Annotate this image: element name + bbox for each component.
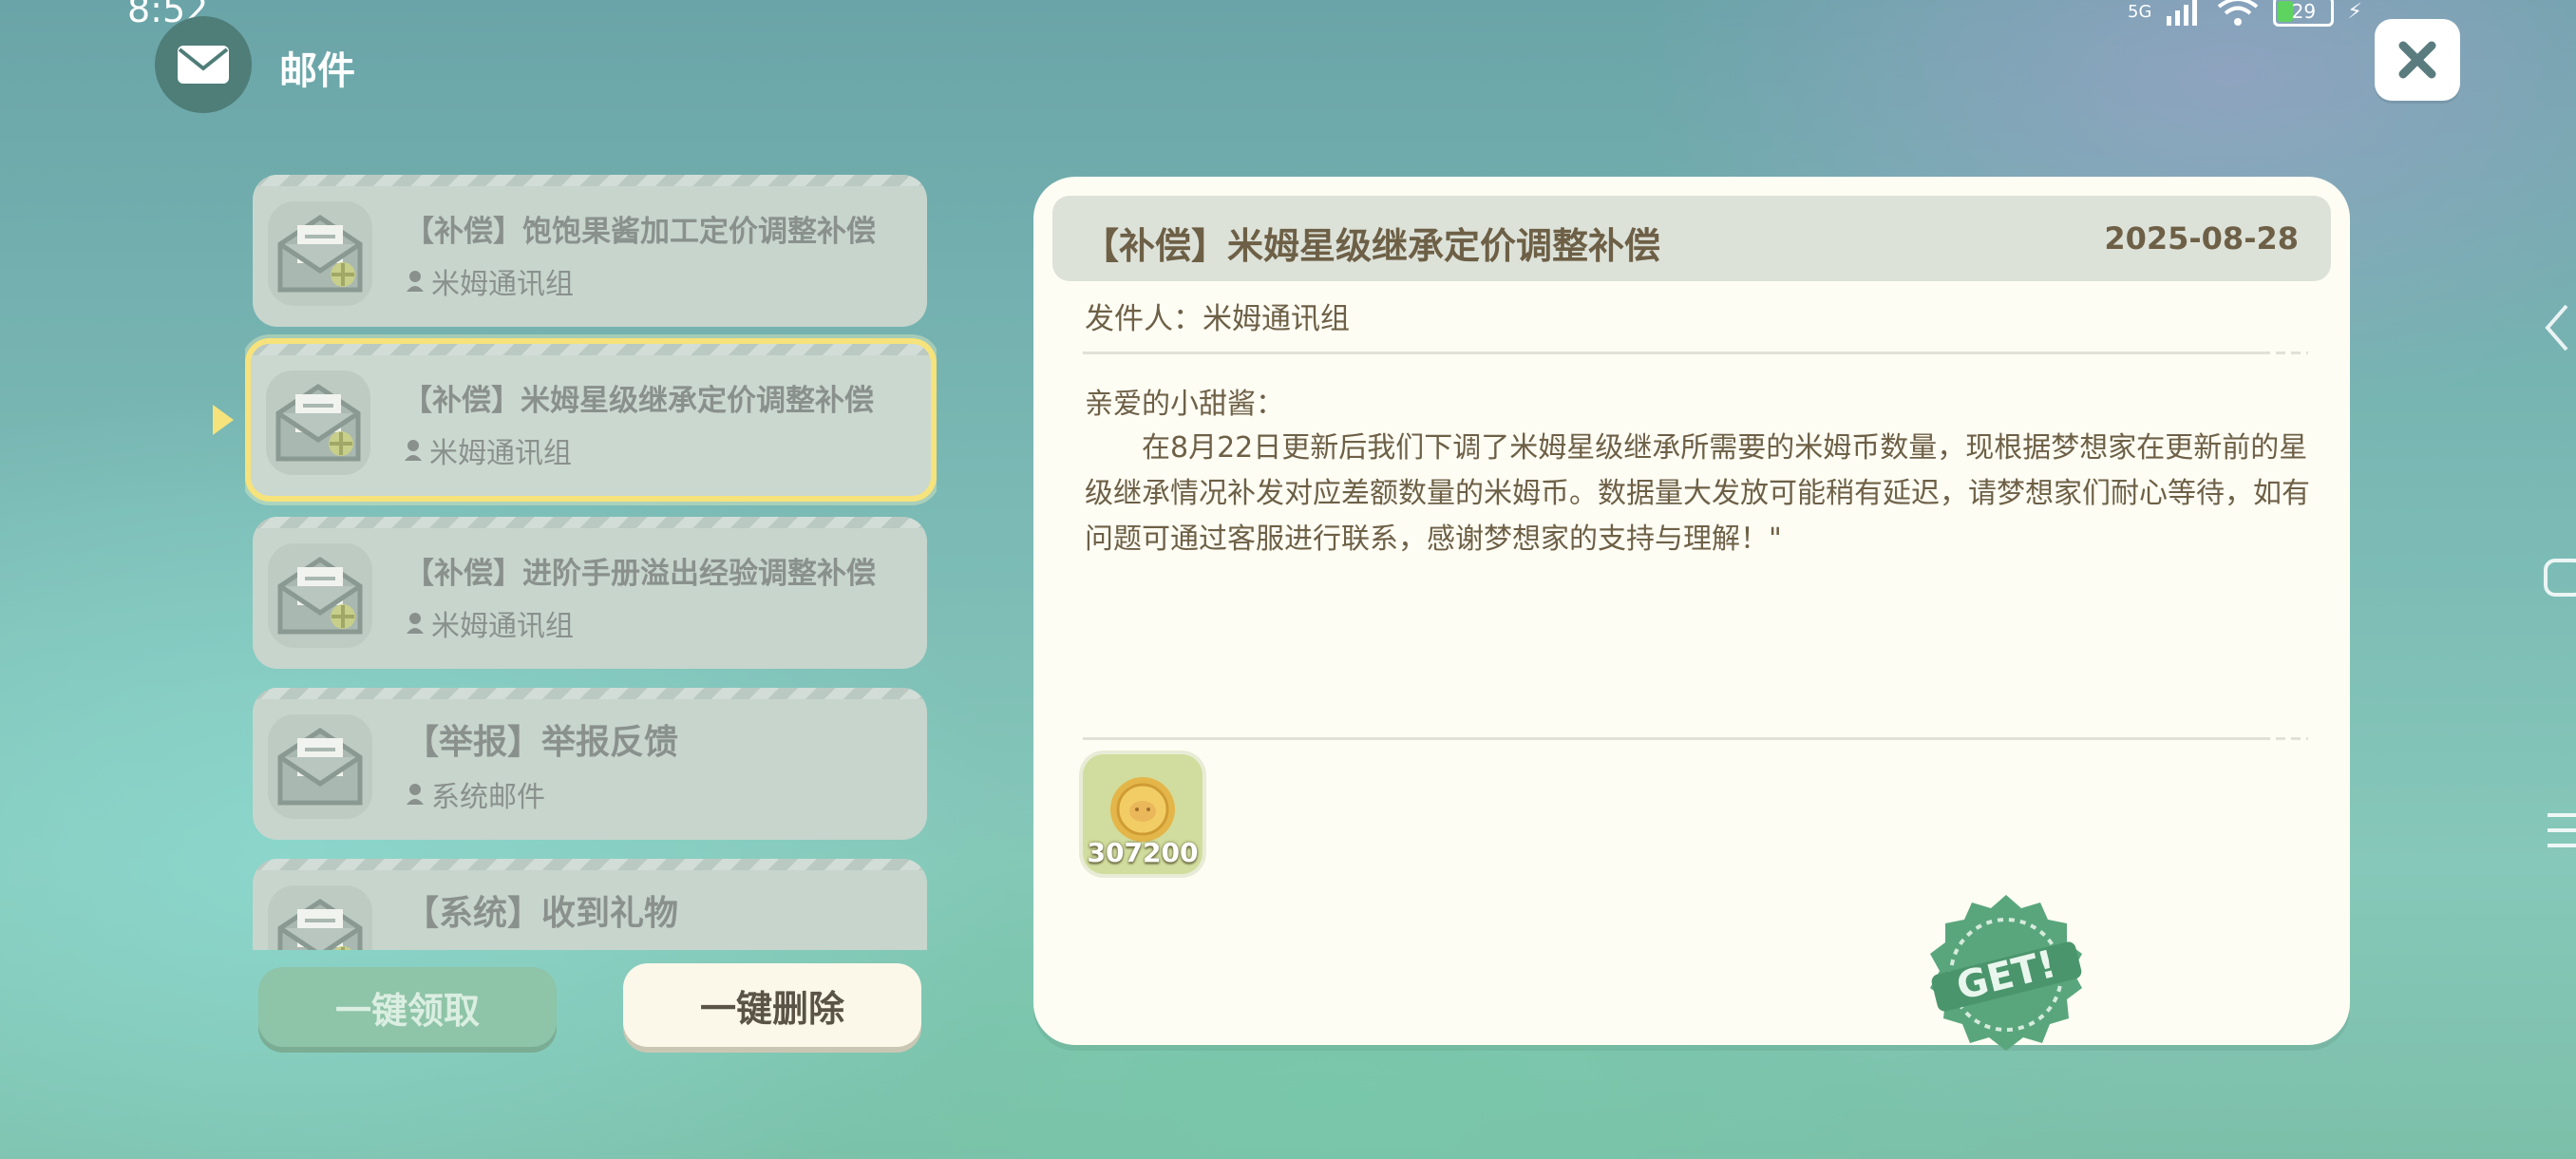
mail-list-item[interactable]: 【补偿】饱饱果酱加工定价调整补偿 米姆通讯组 (253, 175, 927, 327)
mail-body: 在8月22日更新后我们下调了米姆星级继承所需要的米姆币数量，现根据梦想家在更新前… (1085, 431, 2310, 556)
mail-title: 【系统】收到礼物 (405, 894, 679, 933)
person-icon (407, 613, 424, 634)
mail-list-item-selected[interactable]: 【补偿】米姆星级继承定价调整补偿 米姆通讯组 (245, 338, 937, 502)
gift-mail-icon (266, 370, 370, 475)
wifi-icon (2218, 0, 2259, 26)
mail-title: 【补偿】饱饱果酱加工定价调整补偿 (405, 215, 876, 249)
network-label: 5G (2128, 1, 2152, 22)
back-nav-icon[interactable] (2542, 302, 2570, 353)
open-mail-icon (268, 714, 372, 819)
person-icon (407, 271, 424, 292)
envelope-icon (178, 46, 229, 84)
mail-sender-name: 系统邮件 (431, 781, 545, 814)
reward-item[interactable]: 307200 (1083, 754, 1203, 874)
mail-detail-panel: 【补偿】米姆星级继承定价调整补偿 2025-08-28 发件人：米姆通讯组 亲爱… (1033, 177, 2350, 1051)
mail-list-item[interactable]: 【系统】收到礼物 (253, 859, 927, 950)
close-icon (2398, 41, 2436, 79)
home-nav-icon[interactable] (2542, 557, 2576, 598)
gift-mail-icon (268, 885, 372, 950)
mail-title: 【补偿】米姆星级继承定价调整补偿 (403, 384, 874, 418)
gift-mail-icon (268, 201, 372, 306)
delete-all-button[interactable]: 一键删除 (623, 963, 921, 1047)
mail-detail-sender: 发件人：米姆通讯组 (1085, 302, 1350, 336)
mail-title: 【补偿】进阶手册溢出经验调整补偿 (405, 557, 876, 591)
reward-amount: 307200 (1087, 837, 1199, 868)
mail-sender-name: 米姆通讯组 (429, 437, 572, 470)
mail-detail-header: 【补偿】米姆星级继承定价调整补偿 2025-08-28 (1052, 196, 2331, 281)
divider (1083, 352, 2308, 354)
mail-sender: 米姆通讯组 (405, 260, 574, 302)
mail-detail-date: 2025-08-28 (2104, 220, 2299, 256)
person-icon (407, 784, 424, 805)
mail-list-item[interactable]: 【举报】举报反馈 系统邮件 (253, 688, 927, 840)
coin-icon (1110, 777, 1175, 842)
divider (1083, 737, 2308, 740)
mail-sender-name: 米姆通讯组 (431, 610, 574, 643)
mail-sender: 米姆通讯组 (403, 429, 572, 471)
signal-icon (2167, 0, 2198, 26)
mail-detail-title: 【补偿】米姆星级继承定价调整补偿 (1083, 225, 1661, 267)
mail-list-item[interactable]: 【补偿】进阶手册溢出经验调整补偿 米姆通讯组 (253, 517, 927, 669)
selected-arrow-icon (213, 405, 234, 435)
claimed-stamp: GET! (1921, 889, 2092, 1064)
mail-title: 【举报】举报反馈 (405, 723, 679, 762)
gift-mail-icon (268, 543, 372, 648)
recents-nav-icon[interactable] (2542, 809, 2576, 851)
mail-sender: 系统邮件 (405, 773, 545, 815)
claim-all-button[interactable]: 一键领取 (258, 967, 557, 1047)
mail-greeting: 亲爱的小甜酱： (1085, 388, 1284, 421)
battery-icon: 29 (2273, 0, 2335, 27)
charging-icon: ⚡ (2347, 0, 2362, 24)
person-icon (405, 440, 422, 461)
mail-header-badge (155, 16, 252, 113)
mail-list[interactable]: 【补偿】饱饱果酱加工定价调整补偿 米姆通讯组 【补偿】米姆星级继承定价调整补偿 … (245, 171, 937, 950)
status-indicators: 5G 29 ⚡ (2128, 0, 2362, 30)
page-title: 邮件 (279, 49, 355, 93)
battery-level: 29 (2291, 0, 2317, 23)
mail-sender: 米姆通讯组 (405, 602, 574, 644)
close-button[interactable] (2375, 19, 2460, 101)
mail-sender-name: 米姆通讯组 (431, 268, 574, 301)
